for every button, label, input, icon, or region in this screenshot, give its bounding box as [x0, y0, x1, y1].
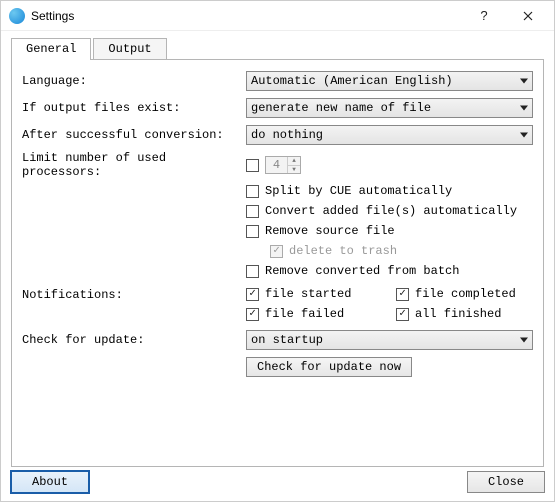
about-button[interactable]: About: [10, 470, 90, 494]
chevron-down-icon: [520, 133, 528, 138]
file-failed-label: file failed: [265, 307, 344, 321]
check-update-now-button[interactable]: Check for update now: [246, 357, 412, 377]
footer: About Close: [0, 462, 555, 502]
remove-converted-checkbox[interactable]: [246, 265, 259, 278]
file-failed-checkbox[interactable]: [246, 308, 259, 321]
after-conv-label: After successful conversion:: [22, 128, 246, 142]
language-dropdown[interactable]: Automatic (American English): [246, 71, 533, 91]
processors-spinner[interactable]: 4 ▲ ▼: [265, 156, 301, 174]
titlebar: Settings ?: [1, 1, 554, 31]
chevron-down-icon: [520, 79, 528, 84]
all-finished-checkbox[interactable]: [396, 308, 409, 321]
tab-general[interactable]: General: [11, 38, 91, 60]
after-conv-value: do nothing: [251, 128, 323, 142]
chevron-down-icon: [520, 106, 528, 111]
if-exist-value: generate new name of file: [251, 101, 431, 115]
help-button[interactable]: ?: [462, 2, 506, 30]
spinner-up-icon[interactable]: ▲: [288, 157, 300, 166]
remove-source-label: Remove source file: [265, 224, 395, 238]
remove-source-checkbox[interactable]: [246, 225, 259, 238]
split-cue-checkbox[interactable]: [246, 185, 259, 198]
all-finished-label: all finished: [415, 307, 501, 321]
check-update-label: Check for update:: [22, 333, 246, 347]
if-exist-dropdown[interactable]: generate new name of file: [246, 98, 533, 118]
if-exist-label: If output files exist:: [22, 101, 246, 115]
app-icon: [9, 8, 25, 24]
delete-trash-checkbox: [270, 245, 283, 258]
general-panel: Language: Automatic (American English) I…: [11, 59, 544, 467]
window-close-button[interactable]: [506, 2, 550, 30]
split-cue-label: Split by CUE automatically: [265, 184, 452, 198]
delete-trash-label: delete to trash: [289, 244, 397, 258]
file-started-checkbox[interactable]: [246, 288, 259, 301]
tab-bar: General Output: [11, 38, 544, 60]
language-value: Automatic (American English): [251, 74, 453, 88]
remove-converted-label: Remove converted from batch: [265, 264, 459, 278]
file-completed-label: file completed: [415, 287, 516, 301]
language-label: Language:: [22, 74, 246, 88]
convert-auto-label: Convert added file(s) automatically: [265, 204, 517, 218]
file-started-label: file started: [265, 287, 351, 301]
convert-auto-checkbox[interactable]: [246, 205, 259, 218]
limit-proc-checkbox[interactable]: [246, 159, 259, 172]
file-completed-checkbox[interactable]: [396, 288, 409, 301]
chevron-down-icon: [520, 338, 528, 343]
check-update-dropdown[interactable]: on startup: [246, 330, 533, 350]
spinner-down-icon[interactable]: ▼: [288, 166, 300, 174]
check-update-value: on startup: [251, 333, 323, 347]
close-button[interactable]: Close: [467, 471, 545, 493]
close-icon: [523, 11, 533, 21]
processors-value: 4: [266, 157, 288, 173]
window-title: Settings: [31, 9, 74, 23]
limit-proc-label: Limit number of used processors:: [22, 151, 246, 179]
tab-output[interactable]: Output: [93, 38, 166, 60]
after-conv-dropdown[interactable]: do nothing: [246, 125, 533, 145]
notifications-label: Notifications:: [22, 288, 246, 302]
